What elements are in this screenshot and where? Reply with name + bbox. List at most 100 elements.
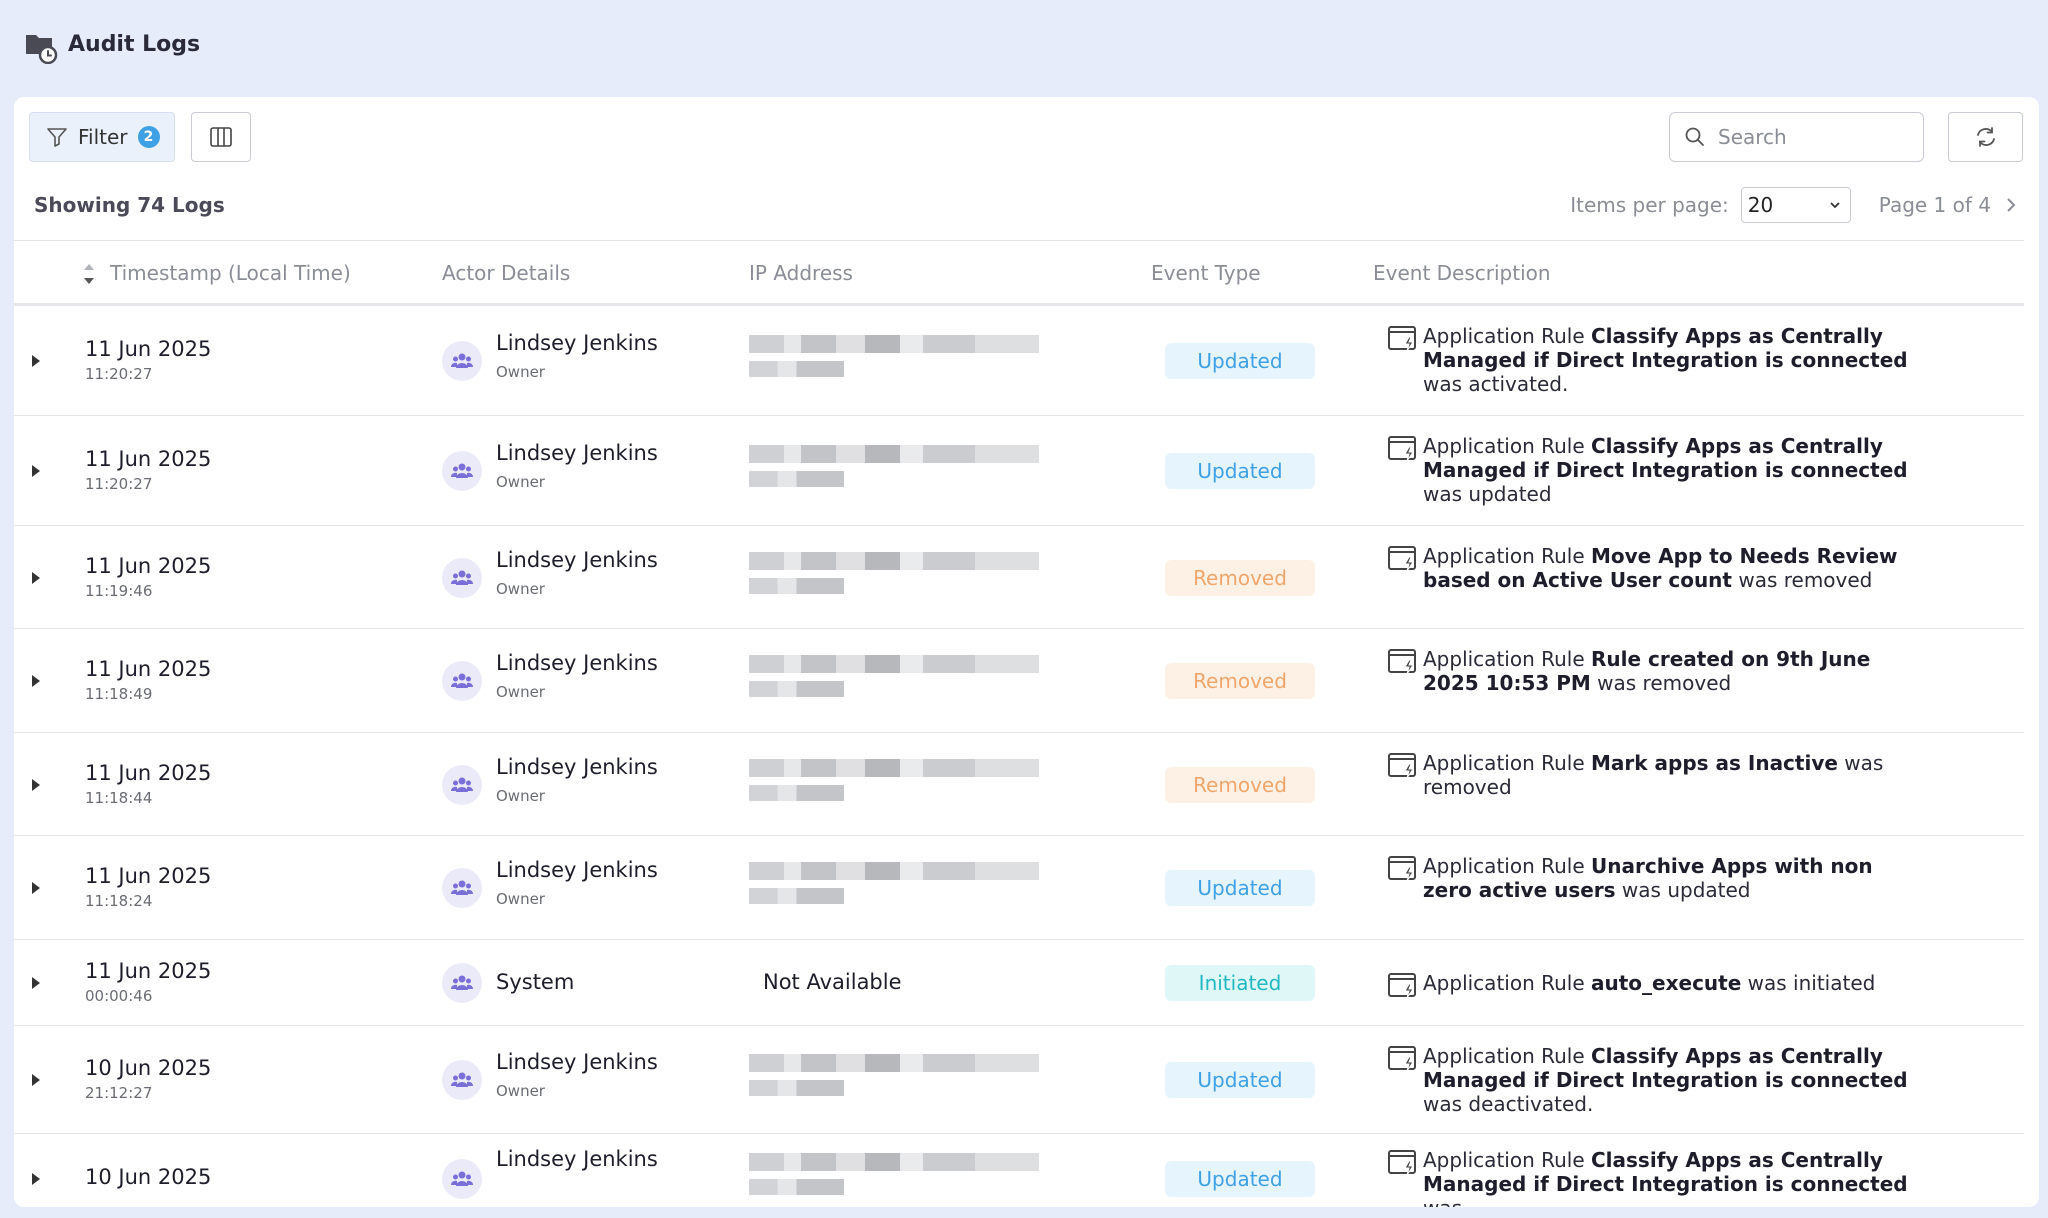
expand-row-icon[interactable] — [32, 977, 40, 989]
items-per-page-value: 20 — [1747, 193, 1774, 217]
event-description: Application Rule Classify Apps as Centra… — [1423, 324, 1923, 396]
expand-row-icon[interactable] — [32, 465, 40, 477]
event-type-badge: Removed — [1165, 767, 1315, 803]
page-title: Audit Logs — [68, 32, 201, 57]
audit-folder-icon — [26, 35, 58, 64]
actor-name: System — [496, 970, 575, 994]
ip-address-redacted — [749, 552, 1049, 594]
event-description: Application Rule Classify Apps as Centra… — [1423, 1044, 1923, 1116]
avatar — [442, 1060, 482, 1100]
event-description: Application Rule Classify Apps as Centra… — [1423, 434, 1923, 506]
actor-name: Lindsey Jenkins — [496, 858, 658, 882]
expand-row-icon[interactable] — [32, 779, 40, 791]
rule-name[interactable]: auto_execute — [1591, 971, 1741, 995]
app-rule-icon — [1388, 856, 1416, 882]
app-rule-icon — [1388, 753, 1416, 779]
description-prefix: Application Rule — [1423, 1148, 1591, 1172]
actor-role: Owner — [496, 473, 545, 491]
refresh-icon — [1976, 127, 1995, 147]
timestamp-date: 10 Jun 2025 — [85, 1056, 212, 1080]
avatar — [442, 661, 482, 701]
description-prefix: Application Rule — [1423, 1044, 1591, 1068]
user-group-icon — [450, 975, 474, 990]
actor-role: Owner — [496, 683, 545, 701]
timestamp-time: 00:00:46 — [85, 987, 153, 1005]
ip-address-redacted — [749, 1153, 1049, 1195]
avatar — [442, 868, 482, 908]
pagination: Items per page: 20 Page 1 of 4 — [1570, 187, 2019, 223]
search-box[interactable] — [1669, 112, 1924, 162]
timestamp-date: 11 Jun 2025 — [85, 554, 212, 578]
rule-name[interactable]: Mark apps as Inactive — [1591, 751, 1838, 775]
event-description: Application Rule Classify Apps as Centra… — [1423, 1148, 1923, 1207]
showing-count: Showing 74 Logs — [34, 193, 225, 217]
table-row[interactable]: 11 Jun 2025 11:18:49 Lindsey Jenkins Owner… — [14, 629, 2024, 733]
user-group-icon — [450, 1072, 474, 1087]
actor-role: Owner — [496, 580, 545, 598]
description-suffix: was updated — [1423, 482, 1552, 506]
items-per-page-label: Items per page: — [1570, 193, 1729, 217]
description-prefix: Application Rule — [1423, 434, 1591, 458]
table-row[interactable]: 11 Jun 2025 11:20:27 Lindsey Jenkins Owner… — [14, 416, 2024, 526]
expand-row-icon[interactable] — [32, 882, 40, 894]
columns-button[interactable] — [191, 112, 251, 162]
app-rule-icon — [1388, 1046, 1416, 1072]
user-group-icon — [450, 1171, 474, 1186]
event-description: Application Rule auto_execute was initia… — [1423, 971, 1923, 995]
timestamp-date: 11 Jun 2025 — [85, 657, 212, 681]
event-type-badge: Removed — [1165, 560, 1315, 596]
table-row[interactable]: 11 Jun 2025 11:20:27 Lindsey Jenkins Owner… — [14, 306, 2024, 416]
search-input[interactable] — [1716, 124, 1910, 150]
description-suffix: was removed — [1731, 568, 1873, 592]
items-per-page-select[interactable]: 20 — [1740, 187, 1851, 223]
ip-address: Not Available — [763, 970, 902, 994]
avatar — [442, 341, 482, 381]
top-bar: Audit Logs — [0, 0, 2048, 96]
table-row[interactable]: 11 Jun 2025 11:19:46 Lindsey Jenkins Owner… — [14, 526, 2024, 629]
table-row[interactable]: 10 Jun 2025 Lindsey Jenkins Updated Appli… — [14, 1134, 2024, 1207]
user-group-icon — [450, 570, 474, 585]
ip-address-redacted — [749, 1054, 1049, 1096]
table-row[interactable]: 10 Jun 2025 21:12:27 Lindsey Jenkins Owner… — [14, 1026, 2024, 1134]
timestamp-date: 11 Jun 2025 — [85, 761, 212, 785]
refresh-button[interactable] — [1948, 112, 2023, 162]
timestamp-date: 11 Jun 2025 — [85, 447, 212, 471]
avatar — [442, 451, 482, 491]
column-ip: IP Address — [749, 261, 853, 285]
event-description: Application Rule Rule created on 9th Jun… — [1423, 647, 1923, 695]
column-timestamp[interactable]: Timestamp (Local Time) — [110, 261, 351, 285]
ip-address-redacted — [749, 335, 1049, 377]
expand-row-icon[interactable] — [32, 355, 40, 367]
description-suffix: was removed — [1590, 671, 1732, 695]
expand-row-icon[interactable] — [32, 1173, 40, 1185]
table-row[interactable]: 11 Jun 2025 00:00:46 System Not Available I… — [14, 940, 2024, 1026]
description-suffix: was deactivated. — [1423, 1092, 1594, 1116]
app-rule-icon — [1388, 973, 1416, 999]
description-suffix: was initiated — [1741, 971, 1876, 995]
description-suffix: was updated — [1615, 878, 1751, 902]
expand-row-icon[interactable] — [32, 572, 40, 584]
event-type-badge: Initiated — [1165, 965, 1315, 1001]
actor-name: Lindsey Jenkins — [496, 1147, 658, 1171]
expand-row-icon[interactable] — [32, 675, 40, 687]
actor-name: Lindsey Jenkins — [496, 1050, 658, 1074]
user-group-icon — [450, 353, 474, 368]
table-row[interactable]: 11 Jun 2025 11:18:44 Lindsey Jenkins Owner… — [14, 733, 2024, 836]
actor-role: Owner — [496, 787, 545, 805]
user-group-icon — [450, 880, 474, 895]
sort-icon[interactable] — [82, 259, 96, 289]
ip-address-redacted — [749, 862, 1049, 904]
user-group-icon — [450, 777, 474, 792]
app-rule-icon — [1388, 1150, 1416, 1176]
event-type-badge: Removed — [1165, 663, 1315, 699]
next-page-icon[interactable] — [2003, 195, 2019, 215]
expand-row-icon[interactable] — [32, 1074, 40, 1086]
timestamp-date: 11 Jun 2025 — [85, 337, 212, 361]
description-prefix: Application Rule — [1423, 647, 1591, 671]
column-actor: Actor Details — [442, 261, 571, 285]
filter-button[interactable]: Filter 2 — [29, 112, 175, 162]
description-suffix: was — [1423, 1196, 1462, 1207]
table-row[interactable]: 11 Jun 2025 11:18:24 Lindsey Jenkins Owner… — [14, 836, 2024, 940]
event-description: Application Rule Mark apps as Inactive w… — [1423, 751, 1923, 799]
table-header: Timestamp (Local Time) Actor Details IP … — [14, 240, 2024, 306]
